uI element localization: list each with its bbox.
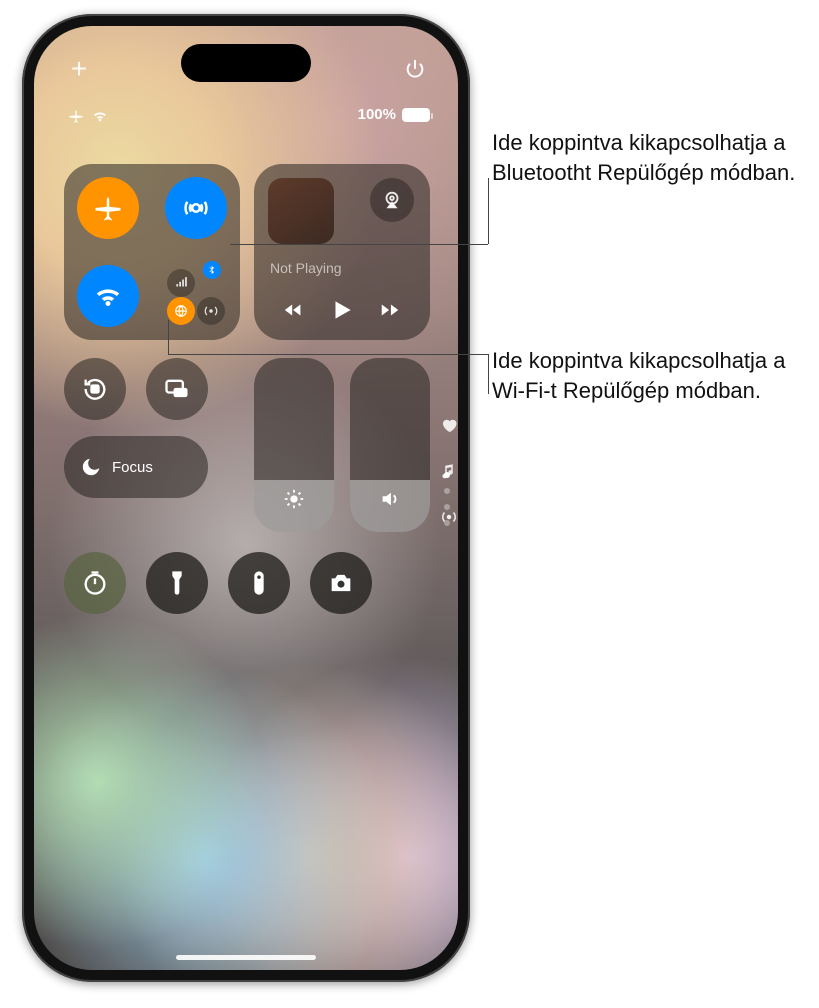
focus-button[interactable]: Focus: [64, 436, 208, 498]
airdrop-toggle[interactable]: [165, 177, 227, 239]
airplane-icon: [93, 193, 123, 223]
camera-button[interactable]: [310, 552, 372, 614]
airplane-mode-toggle[interactable]: [77, 177, 139, 239]
home-indicator[interactable]: [176, 955, 316, 960]
play-icon: [329, 297, 355, 323]
vpn-toggle[interactable]: [167, 297, 195, 325]
status-right: 100%: [358, 106, 430, 123]
screen-mirroring-icon: [163, 375, 191, 403]
more-connectivity[interactable]: [165, 265, 227, 327]
volume-slider[interactable]: [350, 358, 430, 532]
battery-percent: 100%: [358, 106, 396, 123]
bluetooth-toggle[interactable]: [203, 261, 221, 279]
timer-icon: [81, 569, 109, 597]
flashlight-button[interactable]: [146, 552, 208, 614]
leader-line: [488, 354, 489, 394]
focus-label: Focus: [112, 459, 153, 476]
airplay-icon: [381, 189, 403, 211]
remote-button[interactable]: [228, 552, 290, 614]
album-art: [268, 178, 334, 244]
sun-icon: [283, 488, 305, 510]
callout-wifi: Ide koppintva kikapcsolhatja a Wi-Fi-t R…: [492, 346, 812, 405]
rewind-icon: [283, 299, 305, 321]
remote-icon: [245, 569, 273, 597]
iphone-frame: + 100%: [22, 14, 470, 982]
forward-button[interactable]: [379, 299, 401, 326]
airdrop-icon: [181, 193, 211, 223]
media-panel[interactable]: Not Playing: [254, 164, 430, 340]
leader-line: [230, 244, 488, 245]
power-icon: [404, 58, 426, 80]
wifi-icon: [93, 281, 123, 311]
screen-mirroring-button[interactable]: [146, 358, 208, 420]
paginator[interactable]: [444, 472, 450, 526]
timer-button[interactable]: [64, 552, 126, 614]
status-left: [68, 108, 108, 124]
add-control-button[interactable]: +: [62, 52, 96, 86]
play-button[interactable]: [329, 297, 355, 328]
screen: + 100%: [34, 26, 458, 970]
power-button[interactable]: [398, 52, 432, 86]
cellular-icon: [174, 276, 188, 290]
brightness-slider[interactable]: [254, 358, 334, 532]
top-controls: +: [34, 46, 458, 90]
leader-line: [168, 320, 169, 354]
rewind-button[interactable]: [283, 299, 305, 326]
hotspot-toggle[interactable]: [197, 297, 225, 325]
leader-line: [168, 354, 488, 355]
airplay-button[interactable]: [370, 178, 414, 222]
speaker-icon: [379, 488, 401, 510]
wifi-toggle[interactable]: [77, 265, 139, 327]
orientation-lock-button[interactable]: [64, 358, 126, 420]
forward-icon: [379, 299, 401, 321]
cellular-toggle[interactable]: [167, 269, 195, 297]
status-bar: 100%: [34, 102, 458, 136]
airplane-icon: [68, 108, 84, 124]
leader-line: [488, 178, 489, 244]
camera-icon: [327, 569, 355, 597]
bluetooth-icon: [207, 265, 217, 275]
connectivity-panel[interactable]: [64, 164, 240, 340]
wifi-icon: [92, 108, 108, 124]
callout-bluetooth: Ide koppintva kikapcsolhatja a Bluetooth…: [492, 128, 812, 187]
broadcast-icon: [204, 304, 218, 318]
bottom-row: [64, 552, 372, 614]
vpn-icon: [174, 304, 188, 318]
battery-icon: [402, 108, 430, 122]
orientation-lock-icon: [81, 375, 109, 403]
moon-icon: [80, 456, 102, 478]
heart-icon[interactable]: [440, 416, 458, 434]
flashlight-icon: [163, 569, 191, 597]
now-playing-label: Not Playing: [270, 260, 342, 276]
media-transport: [254, 297, 430, 328]
